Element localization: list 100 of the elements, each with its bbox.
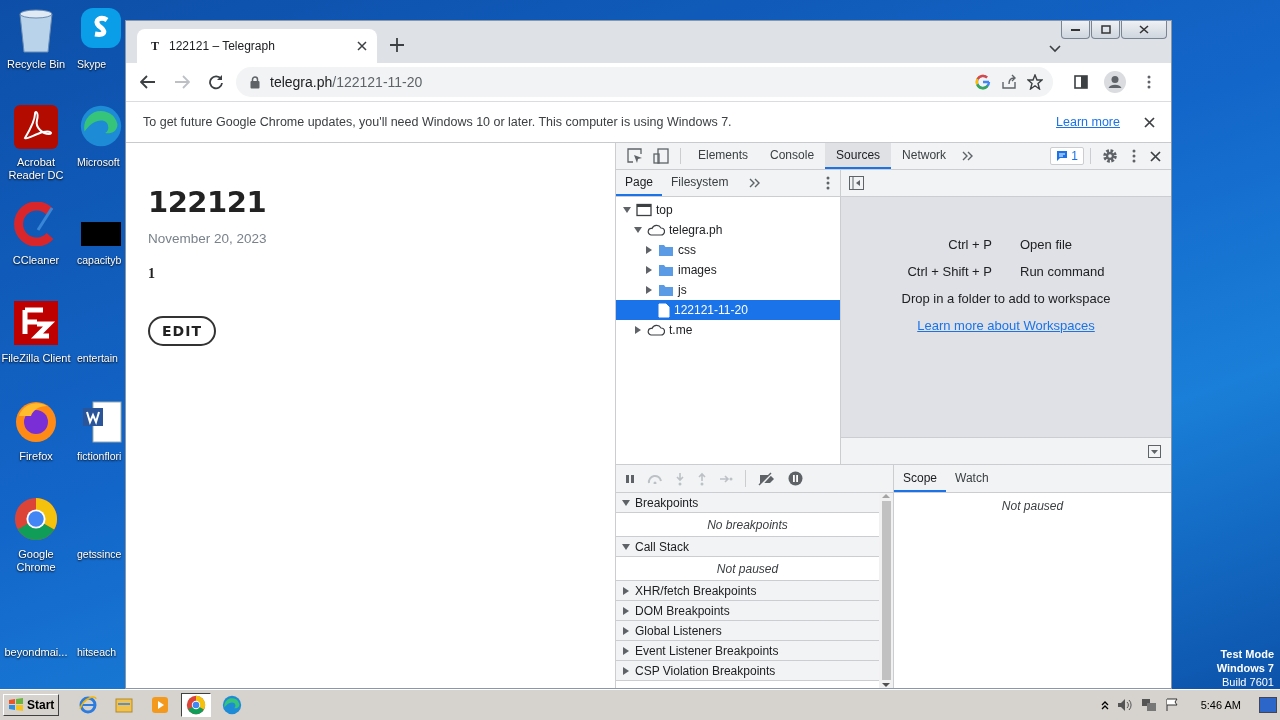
url-text: telegra.ph/122121-11-20 <box>270 74 424 90</box>
toggle-navigator-icon[interactable] <box>849 176 864 190</box>
flag-icon[interactable] <box>1164 698 1179 712</box>
desktop-icon-label[interactable]: Firefox <box>19 450 53 463</box>
expanded-arrow-icon[interactable] <box>622 498 630 507</box>
menu-icon[interactable] <box>1147 75 1151 89</box>
speaker-icon[interactable] <box>1116 698 1133 712</box>
settings-icon[interactable] <box>1102 148 1118 164</box>
desktop-icon-label[interactable]: Skype <box>77 58 107 71</box>
desktop-icon-label[interactable]: beyondmai... <box>4 646 68 659</box>
inspect-icon[interactable] <box>627 148 643 164</box>
tree-item[interactable]: images <box>616 260 840 280</box>
back-icon[interactable] <box>140 75 156 89</box>
collapsed-arrow-icon[interactable] <box>645 286 653 294</box>
shortcut-keys: Ctrl + Shift + P <box>907 264 992 279</box>
navigator-tab[interactable]: Page <box>616 170 663 196</box>
more-menu-icon[interactable] <box>1132 149 1136 163</box>
tree-item[interactable]: telegra.ph <box>616 220 840 240</box>
collapsed-arrow-icon[interactable] <box>622 666 630 675</box>
pause-icon[interactable] <box>625 473 635 484</box>
share-icon[interactable] <box>1001 74 1017 90</box>
chrome-logo-icon <box>13 496 59 542</box>
close-icon[interactable] <box>1150 150 1161 162</box>
collapsed-arrow-icon[interactable] <box>622 646 630 655</box>
pause-on-exceptions-icon[interactable] <box>788 471 803 486</box>
tree-item[interactable]: t.me <box>616 320 840 340</box>
trash-can-icon <box>16 6 56 54</box>
desktop-icon-label[interactable]: Microsoft <box>77 156 120 169</box>
new-tab-icon[interactable] <box>390 38 404 52</box>
edit-button[interactable]: EDIT <box>148 316 216 346</box>
devtools-tab[interactable]: Sources <box>825 143 892 169</box>
start-button[interactable]: Start <box>3 694 60 716</box>
desktop-icon-label[interactable]: Acrobat Reader DC <box>0 156 72 182</box>
pane-header[interactable]: Event Listener Breakpoints <box>616 641 879 661</box>
pane-header[interactable]: Call Stack <box>616 537 879 557</box>
address-bar[interactable]: telegra.ph/122121-11-20 <box>236 67 1053 97</box>
lock-icon[interactable] <box>250 75 260 89</box>
close-icon[interactable] <box>1144 116 1155 128</box>
toggle-drawer-icon[interactable] <box>1148 444 1161 458</box>
star-icon[interactable] <box>1027 74 1043 90</box>
article-date: November 20, 2023 <box>148 231 268 246</box>
pane-header[interactable]: XHR/fetch Breakpoints <box>616 581 879 601</box>
sidebar-tab[interactable]: Watch <box>946 465 998 492</box>
collapsed-arrow-icon[interactable] <box>645 266 653 274</box>
devtools-tab[interactable]: Network <box>891 143 958 169</box>
workspaces-link[interactable]: Learn more about Workspaces <box>917 318 1095 333</box>
device-icon[interactable] <box>653 148 669 164</box>
collapsed-arrow-icon[interactable] <box>634 326 642 334</box>
side-panel-icon[interactable] <box>1074 75 1088 89</box>
collapsed-arrow-icon[interactable] <box>645 246 653 254</box>
sidebar-tab[interactable]: Scope <box>894 465 947 492</box>
desktop-icon-label[interactable]: Google Chrome <box>0 548 72 574</box>
desktop-icon-label[interactable]: fictionflori <box>77 450 122 463</box>
minimize-button[interactable] <box>1061 21 1090 39</box>
desktop-icon-label[interactable]: capacityb <box>77 254 122 267</box>
show-hidden-icons-icon[interactable] <box>1100 700 1109 710</box>
tree-item[interactable]: 122121-11-20 <box>616 300 840 320</box>
network-icon[interactable] <box>1140 698 1157 712</box>
restore-button[interactable] <box>1091 21 1120 39</box>
tree-item[interactable]: top <box>616 200 840 220</box>
expanded-arrow-icon[interactable] <box>622 542 630 551</box>
browser-tab[interactable]: T 122121 – Telegraph <box>137 29 377 63</box>
desktop-icon-label[interactable]: FileZilla Client <box>1 352 71 365</box>
collapsed-arrow-icon[interactable] <box>622 606 630 615</box>
more-tabs-icon[interactable] <box>962 151 975 161</box>
devtools-tab[interactable]: Elements <box>687 143 760 169</box>
desktop-icon-label[interactable]: hitseach <box>77 646 117 659</box>
folder-icon <box>658 243 674 257</box>
collapsed-arrow-icon[interactable] <box>622 586 630 595</box>
issues-badge[interactable]: 1 <box>1050 147 1084 165</box>
taskbar-button[interactable] <box>181 693 212 717</box>
learn-more-link[interactable]: Learn more <box>1056 115 1120 129</box>
close-button[interactable] <box>1121 21 1167 39</box>
desktop-icon-label[interactable]: Recycle Bin <box>6 58 66 71</box>
clock-text[interactable]: 5:46 AM <box>1200 699 1241 711</box>
avatar-icon[interactable] <box>1104 71 1126 93</box>
pane-header[interactable]: CSP Violation Breakpoints <box>616 661 879 681</box>
more-tabs-icon[interactable] <box>749 178 762 188</box>
devtools-tab[interactable]: Console <box>759 143 826 169</box>
pane-header[interactable]: Breakpoints <box>616 493 879 513</box>
desktop-icon-label[interactable]: CCleaner <box>12 254 60 267</box>
more-menu-icon[interactable] <box>826 176 830 190</box>
tree-item[interactable]: js <box>616 280 840 300</box>
expanded-arrow-icon[interactable] <box>634 226 642 234</box>
deactivate-breakpoints-icon[interactable] <box>758 471 776 486</box>
close-icon[interactable] <box>357 41 367 51</box>
pane-header[interactable]: DOM Breakpoints <box>616 601 879 621</box>
navigator-tab[interactable]: Filesystem <box>662 170 738 196</box>
desktop-icon-label[interactable]: entertain <box>77 352 118 365</box>
expanded-arrow-icon[interactable] <box>623 206 631 214</box>
desktop-icon-label[interactable]: getssince <box>77 548 122 561</box>
scrollbar[interactable] <box>879 493 893 688</box>
google-g-icon[interactable] <box>975 74 991 90</box>
tree-item[interactable]: css <box>616 240 840 260</box>
reload-icon[interactable] <box>208 74 224 90</box>
chat-app-icon <box>79 6 123 50</box>
pane-header[interactable]: Global Listeners <box>616 621 879 641</box>
chevron-down-icon[interactable] <box>1049 45 1061 53</box>
windows-logo-icon <box>8 698 24 712</box>
collapsed-arrow-icon[interactable] <box>622 626 630 635</box>
